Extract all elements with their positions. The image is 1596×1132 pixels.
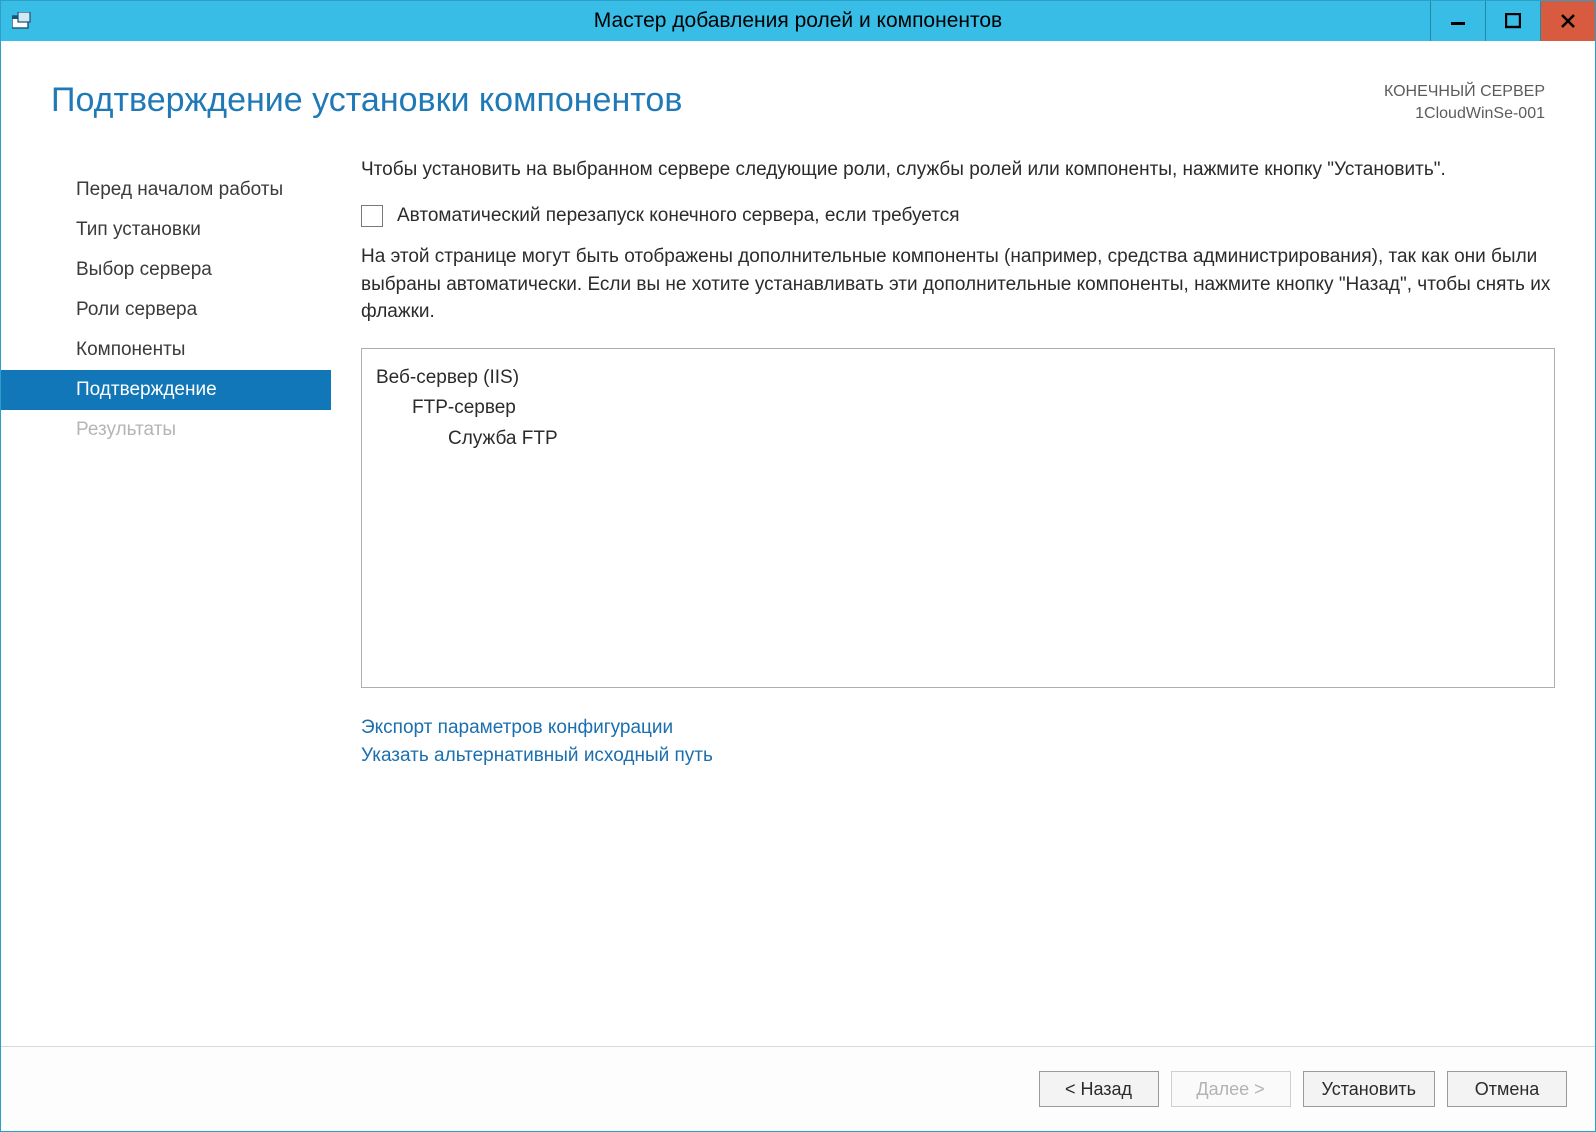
destination-server-label: КОНЕЧНЫЙ СЕРВЕР: [1384, 81, 1545, 103]
cancel-button[interactable]: Отмена: [1447, 1071, 1567, 1107]
close-icon: [1560, 13, 1576, 29]
footer-buttons: < Назад Далее > Установить Отмена: [1, 1046, 1595, 1131]
window-title: Мастер добавления ролей и компонентов: [1, 9, 1595, 33]
nav-installation-type[interactable]: Тип установки: [1, 210, 331, 250]
server-info: КОНЕЧНЫЙ СЕРВЕР 1CloudWinSe-001: [1384, 81, 1545, 126]
listbox-item: FTP-сервер: [376, 393, 1540, 423]
intro-text: Чтобы установить на выбранном сервере сл…: [361, 156, 1555, 184]
listbox-item: Веб-сервер (IIS): [376, 363, 1540, 393]
nav-features[interactable]: Компоненты: [1, 330, 331, 370]
auto-restart-row: Автоматический перезапуск конечного серв…: [361, 205, 1555, 227]
back-button[interactable]: < Назад: [1039, 1071, 1159, 1107]
nav-confirmation[interactable]: Подтверждение: [1, 370, 331, 410]
page-title: Подтверждение установки компонентов: [51, 81, 682, 120]
content-area: Подтверждение установки компонентов КОНЕ…: [1, 41, 1595, 1131]
destination-server-name: 1CloudWinSe-001: [1384, 103, 1545, 125]
maximize-icon: [1505, 13, 1521, 29]
install-button[interactable]: Установить: [1303, 1071, 1435, 1107]
nav-server-roles[interactable]: Роли сервера: [1, 290, 331, 330]
minimize-icon: [1450, 13, 1466, 29]
listbox-item: Служба FTP: [376, 424, 1540, 454]
sidebar-nav: Перед началом работы Тип установки Выбор…: [1, 156, 331, 1036]
nav-before-you-begin[interactable]: Перед началом работы: [1, 170, 331, 210]
auto-restart-checkbox[interactable]: [361, 205, 383, 227]
body-area: Перед началом работы Тип установки Выбор…: [1, 136, 1595, 1046]
components-listbox[interactable]: Веб-сервер (IIS) FTP-сервер Служба FTP: [361, 348, 1555, 688]
nav-results: Результаты: [1, 410, 331, 450]
export-config-link[interactable]: Экспорт параметров конфигурации: [361, 714, 1555, 743]
minimize-button[interactable]: [1430, 1, 1485, 41]
main-panel: Чтобы установить на выбранном сервере сл…: [331, 156, 1560, 1036]
window-controls: [1430, 1, 1595, 41]
nav-server-selection[interactable]: Выбор сервера: [1, 250, 331, 290]
app-icon: [11, 10, 33, 32]
auto-restart-label: Автоматический перезапуск конечного серв…: [397, 205, 959, 227]
close-button[interactable]: [1540, 1, 1595, 41]
header-band: Подтверждение установки компонентов КОНЕ…: [1, 41, 1595, 136]
note-text: На этой странице могут быть отображены д…: [361, 243, 1555, 326]
wizard-window: Мастер добавления ролей и компонентов По…: [0, 0, 1596, 1132]
next-button: Далее >: [1171, 1071, 1291, 1107]
links-area: Экспорт параметров конфигурации Указать …: [361, 714, 1555, 771]
maximize-button[interactable]: [1485, 1, 1540, 41]
alt-source-link[interactable]: Указать альтернативный исходный путь: [361, 742, 1555, 771]
titlebar[interactable]: Мастер добавления ролей и компонентов: [1, 1, 1595, 41]
